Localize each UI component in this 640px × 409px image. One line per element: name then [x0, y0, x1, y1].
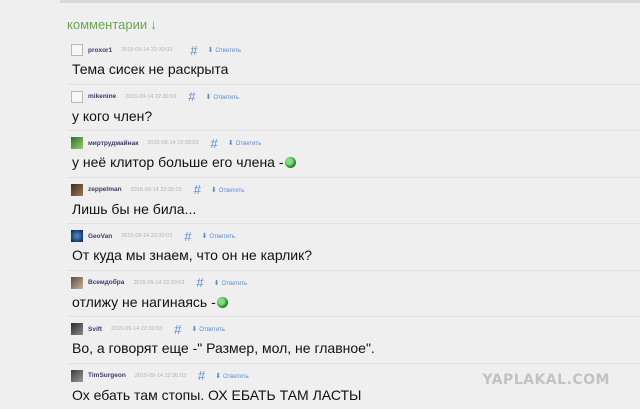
- comment-permalink[interactable]: #: [188, 89, 195, 104]
- comment-item: GeoVan 2015-09-14 22:30:03 # ⬇ Ответить О…: [67, 224, 640, 271]
- comment-date: 2015-09-14 22:30:03: [133, 279, 185, 286]
- avatar[interactable]: [71, 137, 83, 149]
- comment-date: 2015-09-14 22:30:03: [134, 372, 186, 379]
- reply-label: Ответить: [221, 280, 248, 287]
- comment-username[interactable]: proxor1: [88, 47, 112, 54]
- comment-permalink[interactable]: #: [194, 182, 201, 197]
- reply-button[interactable]: ⬇ Ответить: [191, 325, 225, 333]
- reply-label: Ответить: [215, 48, 242, 54]
- comment-text: у неё клитор больше его члена -: [72, 154, 296, 170]
- comment-date: 2015-09-14 22:30:03: [147, 140, 199, 146]
- comment-text-content: отлижу не нагинаясь -: [72, 293, 216, 310]
- comment-item: Svift 2015-09-14 22:30:03 # ⬇ Ответить Во…: [67, 317, 640, 364]
- reply-label: Ответить: [199, 327, 225, 333]
- comment-text: отлижу не нагинаясь -: [72, 294, 228, 310]
- comments-section-title: комментарии ↓: [67, 16, 157, 32]
- comment-meta: proxor1 2015-09-14 22:30:03 # ⬇ Ответить: [71, 43, 242, 58]
- comment-meta: zeppelman 2015-09-14 22:30:03 # ⬇ Ответит…: [71, 182, 245, 197]
- down-arrow-icon: ↓: [150, 16, 158, 32]
- comment-permalink[interactable]: #: [211, 136, 218, 151]
- comment-username[interactable]: TimSurgeon: [88, 372, 126, 379]
- avatar[interactable]: [71, 323, 83, 335]
- site-watermark: YAPLAKAL.COM: [482, 372, 610, 388]
- reply-icon: ⬇: [201, 233, 208, 240]
- comment-meta: GeoVan 2015-09-14 22:30:03 # ⬇ Ответить: [71, 229, 236, 244]
- comments-title-text: комментарии: [67, 17, 148, 32]
- smiley-icon: [216, 296, 228, 308]
- avatar[interactable]: [71, 230, 83, 242]
- comment-permalink[interactable]: #: [198, 368, 205, 383]
- comment-text: Тема сисек не раскрыта: [72, 61, 229, 77]
- smiley-icon: [284, 157, 296, 168]
- reply-icon: ⬇: [213, 279, 220, 287]
- comment-username[interactable]: Svift: [88, 326, 102, 333]
- avatar[interactable]: [71, 183, 83, 196]
- top-divider: [60, 0, 640, 3]
- comment-date: 2015-09-14 22:30:03: [130, 186, 182, 193]
- comment-item: миртрудмайнак 2015-09-14 22:30:03 # ⬇ Отв…: [67, 131, 640, 178]
- comment-text: Ох ебать там стопы. ОХ ЕБАТЬ ТАМ ЛАСТЫ: [72, 386, 362, 403]
- reply-icon: ⬇: [191, 326, 198, 333]
- comment-username[interactable]: mikenine: [88, 93, 116, 100]
- comment-meta: Svift 2015-09-14 22:30:03 # ⬇ Ответить: [71, 322, 225, 337]
- comment-permalink[interactable]: #: [174, 322, 181, 337]
- reply-button[interactable]: ⬇ Ответить: [214, 279, 248, 287]
- comment-permalink[interactable]: #: [196, 275, 203, 290]
- reply-label: Ответить: [213, 94, 240, 101]
- comment-date: 2015-09-14 22:30:03: [121, 233, 173, 239]
- reply-icon: ⬇: [215, 372, 221, 380]
- reply-button[interactable]: ⬇ Ответить: [215, 372, 249, 380]
- comment-meta: миртрудмайнак 2015-09-14 22:30:03 # ⬇ Отв…: [71, 136, 262, 151]
- comments-list: proxor1 2015-09-14 22:30:03 # ⬇ Ответить …: [67, 38, 640, 409]
- avatar[interactable]: [71, 90, 83, 103]
- comment-meta: Всемдобра 2015-09-14 22:30:03 # ⬇ Ответит…: [71, 275, 248, 290]
- reply-button[interactable]: ⬇ Ответить: [211, 186, 245, 194]
- reply-icon: ⬇: [227, 140, 234, 147]
- comment-permalink[interactable]: #: [190, 43, 197, 58]
- reply-label: Ответить: [223, 373, 249, 380]
- comment-username[interactable]: Всемдобра: [88, 279, 124, 286]
- comment-text: у кого член?: [72, 107, 153, 124]
- reply-button[interactable]: ⬇ Ответить: [202, 232, 236, 240]
- comment-username[interactable]: GeoVan: [88, 233, 112, 240]
- reply-button[interactable]: ⬇ Ответить: [208, 46, 242, 54]
- reply-icon: ⬇: [210, 186, 217, 194]
- comment-text-content: у неё клитор больше его члена -: [72, 154, 284, 170]
- comment-meta: TimSurgeon 2015-09-14 22:30:03 # ⬇ Ответи…: [71, 368, 249, 383]
- comment-text: Лишь бы не била...: [72, 200, 197, 217]
- comment-text: От куда мы знаем, что он не карлик?: [72, 247, 313, 263]
- reply-button[interactable]: ⬇ Ответить: [206, 93, 240, 101]
- comment-item: proxor1 2015-09-14 22:30:03 # ⬇ Ответить …: [67, 38, 640, 85]
- comment-permalink[interactable]: #: [184, 229, 191, 244]
- reply-label: Ответить: [209, 234, 236, 240]
- comment-username[interactable]: zeppelman: [88, 186, 122, 193]
- comment-item: mikenine 2015-09-14 22:30:03 # ⬇ Ответить…: [67, 85, 640, 131]
- avatar[interactable]: [71, 369, 83, 382]
- comment-meta: mikenine 2015-09-14 22:30:03 # ⬇ Ответить: [71, 89, 240, 104]
- comment-username[interactable]: миртрудмайнак: [88, 140, 138, 147]
- comment-date: 2015-09-14 22:30:03: [111, 326, 163, 332]
- avatar[interactable]: [71, 44, 83, 56]
- avatar[interactable]: [71, 276, 83, 289]
- reply-label: Ответить: [235, 141, 262, 147]
- reply-label: Ответить: [218, 187, 245, 194]
- comment-item: zeppelman 2015-09-14 22:30:03 # ⬇ Ответит…: [67, 178, 640, 224]
- comment-date: 2015-09-14 22:30:03: [125, 93, 177, 100]
- comment-date: 2015-09-14 22:30:03: [121, 47, 173, 53]
- reply-icon: ⬇: [205, 93, 212, 101]
- reply-button[interactable]: ⬇ Ответить: [228, 139, 262, 147]
- reply-icon: ⬇: [207, 47, 214, 54]
- comment-text: Во, а говорят еще -" Размер, мол, не гла…: [72, 340, 375, 356]
- comment-item: Всемдобра 2015-09-14 22:30:03 # ⬇ Ответит…: [67, 271, 640, 317]
